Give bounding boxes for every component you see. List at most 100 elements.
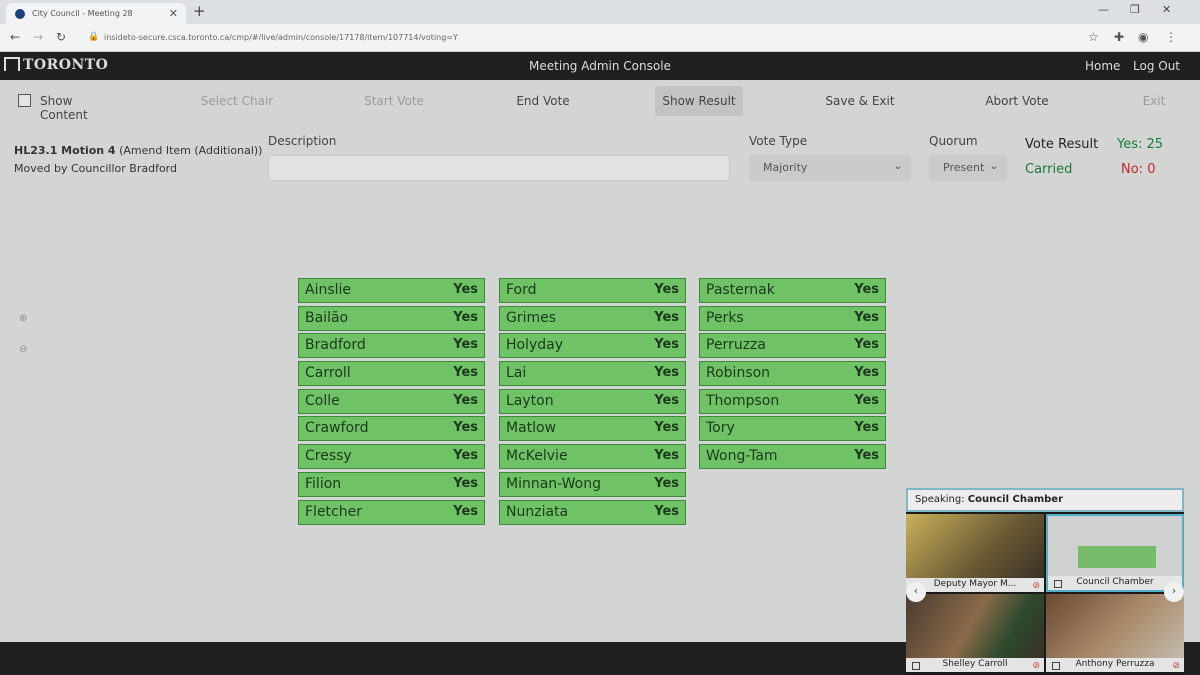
- councillor-name: Bradford: [305, 337, 366, 354]
- vote-column-2: Ford Yes Grimes Yes Holyday Yes Lai Yes Layton Ye…: [499, 278, 686, 527]
- vote-result-status: Carried: [1025, 162, 1073, 177]
- councillor-name: Pasternak: [706, 282, 775, 298]
- vote-value: Yes: [654, 475, 679, 491]
- url-field[interactable]: 🔒 insideto-secure.csca.toronto.ca/cmp/#/…: [78, 27, 1108, 48]
- vote-cell: Crawford Yes: [298, 416, 485, 442]
- vote-type-select[interactable]: Majority ⌄: [749, 155, 911, 181]
- councillor-name: Colle: [305, 392, 340, 409]
- browser-address-bar: ← → ↻ 🔒 insideto-secure.csca.toronto.ca/…: [0, 24, 1200, 52]
- vote-type-value: Majority: [763, 161, 808, 174]
- forward-arrow-icon[interactable]: →: [33, 30, 43, 44]
- motion-summary: HL23.1 Motion 4 (Amend Item (Additional)…: [14, 142, 262, 178]
- lock-icon: 🔒: [88, 32, 100, 42]
- quorum-select[interactable]: Present ⌄: [929, 155, 1007, 181]
- participant-name-text: Deputy Mayor M...: [933, 579, 1017, 589]
- vote-value: Yes: [654, 365, 679, 381]
- exit-button[interactable]: Exit: [1138, 86, 1170, 116]
- end-vote-button[interactable]: End Vote: [510, 86, 576, 116]
- extensions-icon[interactable]: ✚: [1114, 30, 1124, 44]
- councillor-name: Tory: [706, 420, 735, 437]
- back-arrow-icon[interactable]: ←: [10, 30, 20, 44]
- minimize-window-icon[interactable]: —: [1098, 3, 1109, 16]
- video-tile-anthony-perruzza[interactable]: Anthony Perruzza ⊘: [1046, 594, 1184, 672]
- participant-name-text: Council Chamber: [1076, 577, 1154, 587]
- vote-cell: Filion Yes: [298, 471, 485, 497]
- zoom-in-icon[interactable]: ⊕: [19, 313, 27, 324]
- councillor-name: Lai: [506, 365, 527, 382]
- vote-cell: Carroll Yes: [298, 361, 485, 387]
- vote-cell: Pasternak Yes: [699, 278, 886, 303]
- councillor-name: Minnan-Wong: [506, 475, 601, 492]
- motion-type: (Amend Item (Additional)): [119, 144, 263, 157]
- vote-cell: Colle Yes: [298, 388, 485, 414]
- close-window-icon[interactable]: ✕: [1162, 3, 1171, 16]
- councillor-name: Matlow: [506, 420, 557, 437]
- browser-tab[interactable]: City Council - Meeting 28 ✕: [6, 3, 186, 24]
- description-label: Description: [268, 134, 337, 148]
- vote-value: Yes: [654, 309, 679, 325]
- vote-cell: Fletcher Yes: [298, 499, 485, 525]
- restore-window-icon[interactable]: ❐: [1130, 3, 1140, 16]
- url-text: insideto-secure.csca.toronto.ca/cmp/#/li…: [104, 33, 458, 42]
- no-count: No: 0: [1121, 162, 1156, 177]
- save-exit-button[interactable]: Save & Exit: [820, 86, 900, 116]
- vote-cell: Tory Yes: [699, 416, 886, 442]
- description-field[interactable]: [268, 155, 730, 181]
- participant-name-text: Shelley Carroll: [942, 659, 1008, 669]
- start-vote-button[interactable]: Start Vote: [358, 86, 430, 116]
- vote-value: Yes: [453, 365, 478, 381]
- motion-id: HL23.1 Motion 4: [14, 144, 116, 157]
- councillor-name: McKelvie: [506, 448, 568, 465]
- app-title: Meeting Admin Console: [529, 59, 671, 73]
- home-link[interactable]: Home: [1085, 59, 1120, 73]
- previous-page-arrow-icon[interactable]: ‹: [906, 582, 926, 602]
- browser-tab-bar: City Council - Meeting 28 ✕ + — ❐ ✕: [0, 0, 1200, 24]
- zoom-out-icon[interactable]: ⊖: [19, 344, 27, 355]
- vote-value: Yes: [453, 392, 478, 408]
- vote-cell: Holyday Yes: [499, 333, 686, 359]
- vote-toolbar: Show Content Select Chair Start Vote End…: [0, 80, 1200, 122]
- vote-cell: Bradford Yes: [298, 333, 485, 359]
- video-tile-deputy-mayor[interactable]: Deputy Mayor M... ⊘: [906, 514, 1044, 592]
- vote-cell: Cressy Yes: [298, 444, 485, 470]
- speaking-label: Speaking:: [915, 494, 965, 505]
- quorum-value: Present: [943, 161, 985, 174]
- vote-value: Yes: [654, 420, 679, 436]
- logout-link[interactable]: Log Out: [1133, 59, 1180, 73]
- show-content-label[interactable]: Show Content: [40, 86, 120, 122]
- camera-icon: [1052, 662, 1060, 670]
- video-tile-council-chamber[interactable]: Council Chamber: [1046, 514, 1184, 592]
- reload-icon[interactable]: ↻: [56, 30, 66, 44]
- councillor-name: Carroll: [305, 365, 351, 382]
- show-result-button[interactable]: Show Result: [655, 86, 743, 116]
- vote-cell: Wong-Tam Yes: [699, 444, 886, 470]
- vote-value: Yes: [854, 420, 879, 436]
- vote-column-3: Pasternak Yes Perks Yes Perruzza Yes Robinson Y…: [699, 278, 886, 472]
- vote-value: Yes: [654, 392, 679, 408]
- motion-mover: Moved by Councillor Bradford: [14, 162, 177, 175]
- muted-mic-icon: ⊘: [1032, 581, 1040, 591]
- next-page-arrow-icon[interactable]: ›: [1164, 582, 1184, 602]
- councillor-name: Robinson: [706, 365, 771, 382]
- vote-cell: Layton Yes: [499, 388, 686, 414]
- vote-cell: Ford Yes: [499, 278, 686, 303]
- councillor-name: Filion: [305, 475, 342, 492]
- yes-count: Yes: 25: [1117, 137, 1164, 152]
- abort-vote-button[interactable]: Abort Vote: [978, 86, 1056, 116]
- new-tab-icon[interactable]: +: [193, 2, 206, 20]
- councillor-name: Ford: [506, 282, 537, 298]
- close-tab-icon[interactable]: ✕: [169, 7, 178, 20]
- select-chair-button[interactable]: Select Chair: [197, 86, 277, 116]
- browser-menu-icon[interactable]: ⋮: [1165, 30, 1177, 44]
- participant-name: Anthony Perruzza ⊘: [1046, 658, 1184, 672]
- councillor-name: Holyday: [506, 337, 564, 354]
- vote-value: Yes: [854, 392, 879, 408]
- speaking-value: Council Chamber: [967, 494, 1064, 505]
- video-tile-shelley-carroll[interactable]: Shelley Carroll ⊘: [906, 594, 1044, 672]
- vote-value: Yes: [654, 503, 679, 519]
- profile-icon[interactable]: ◉: [1138, 30, 1148, 44]
- show-content-checkbox[interactable]: [18, 94, 31, 107]
- vote-value: Yes: [453, 282, 478, 297]
- vote-value: Yes: [854, 309, 879, 325]
- bookmark-star-icon[interactable]: ☆: [1088, 30, 1099, 44]
